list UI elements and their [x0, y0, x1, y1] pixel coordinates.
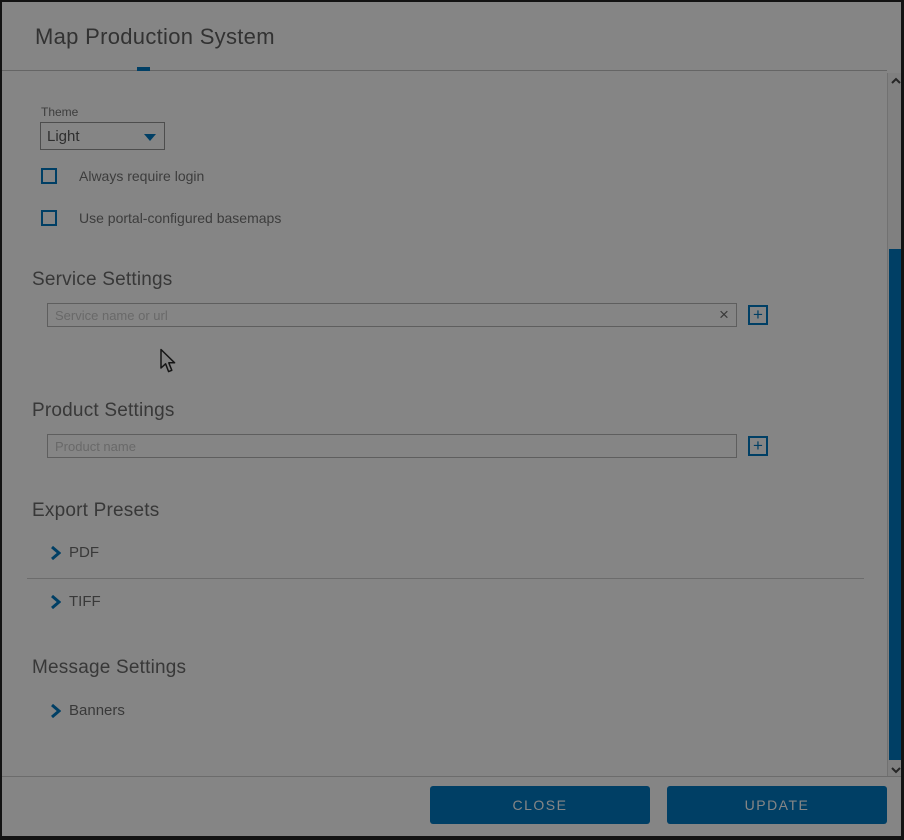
checkbox-label: Use portal-configured basemaps	[79, 210, 281, 226]
clear-icon[interactable]: ×	[713, 304, 735, 326]
scroll-down-icon	[891, 766, 901, 774]
theme-label: Theme	[41, 105, 78, 119]
scrollbar-thumb[interactable]	[889, 249, 904, 760]
chevron-right-icon	[50, 704, 61, 723]
theme-select[interactable]: Light	[40, 122, 165, 150]
export-presets-heading: Export Presets	[32, 500, 159, 522]
dialog-title: Map Production System	[35, 24, 275, 50]
divider	[27, 578, 864, 579]
map-production-dialog: Map Production System Theme Light Always…	[0, 0, 904, 840]
product-name-input[interactable]	[47, 434, 737, 458]
preset-label: TIFF	[69, 593, 101, 610]
chevron-right-icon	[50, 595, 61, 614]
update-button[interactable]: UPDATE	[667, 786, 887, 824]
dialog-header: Map Production System	[2, 2, 887, 71]
theme-select-value: Light	[47, 128, 80, 145]
add-product-button[interactable]: +	[748, 436, 768, 456]
dialog-footer: CLOSE UPDATE	[2, 776, 903, 838]
mouse-cursor	[159, 348, 178, 375]
service-settings-heading: Service Settings	[32, 269, 173, 291]
product-settings-heading: Product Settings	[32, 400, 175, 422]
banners-label: Banners	[69, 702, 125, 719]
preset-label: PDF	[69, 544, 99, 561]
caret-down-icon	[144, 134, 156, 141]
scrollbar-up-button[interactable]	[888, 73, 904, 90]
message-settings-heading: Message Settings	[32, 657, 186, 679]
checkbox-label: Always require login	[79, 168, 204, 184]
always-require-login-checkbox[interactable]	[41, 168, 57, 184]
scrolled-element-fragment	[137, 67, 150, 71]
add-service-button[interactable]: +	[748, 305, 768, 325]
service-name-input[interactable]	[47, 303, 737, 327]
vertical-scrollbar[interactable]	[887, 73, 903, 779]
portal-basemaps-checkbox[interactable]	[41, 210, 57, 226]
close-button[interactable]: CLOSE	[430, 786, 650, 824]
scroll-up-icon	[891, 77, 901, 85]
chevron-right-icon	[50, 546, 61, 565]
